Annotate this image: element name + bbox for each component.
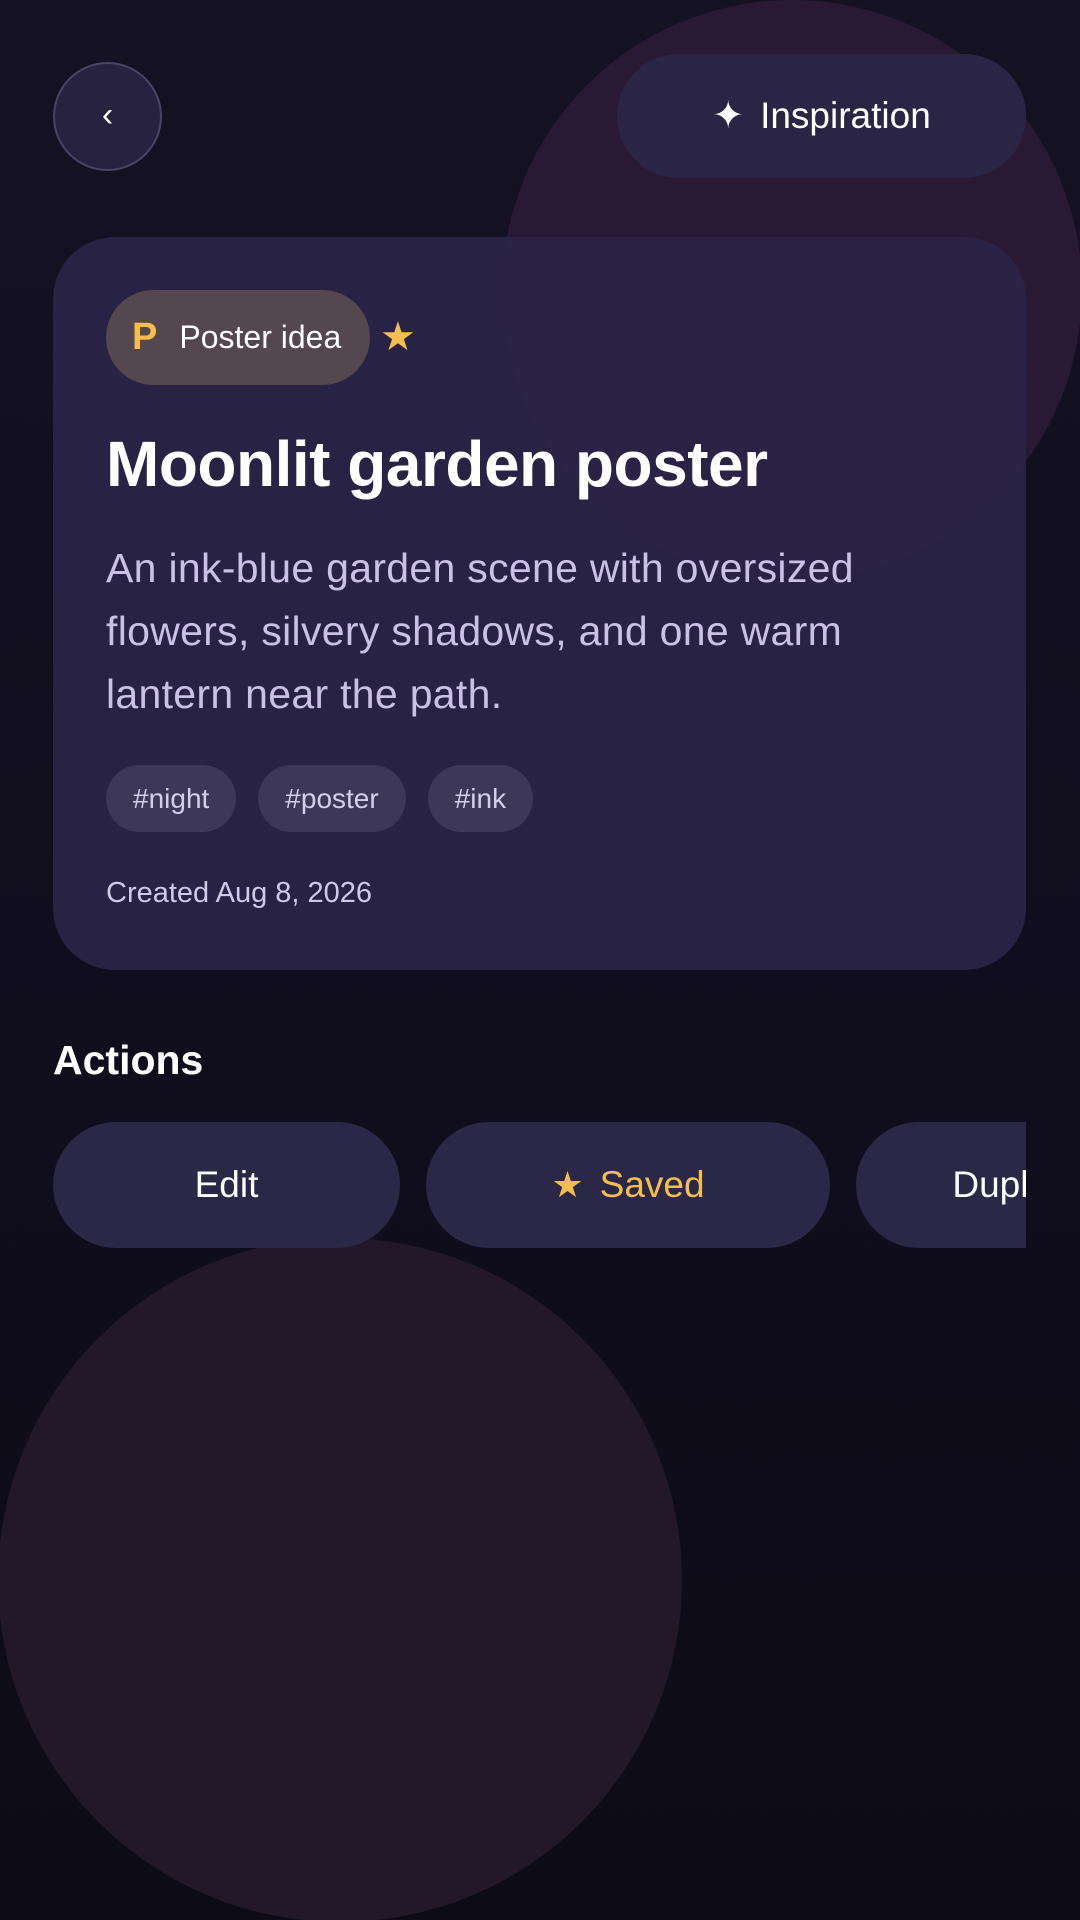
saved-label: Saved — [599, 1164, 705, 1205]
inspiration-label: Inspiration — [760, 95, 931, 136]
tag-chip[interactable]: #night — [106, 765, 237, 832]
actions-row: Edit ★ Saved Duplicate — [53, 1122, 1026, 1248]
tag-chip[interactable]: #ink — [427, 765, 534, 832]
back-button[interactable]: ‹ — [53, 62, 162, 171]
edit-label: Edit — [194, 1164, 259, 1205]
tag-chip[interactable]: #poster — [258, 765, 406, 832]
duplicate-label: Duplicate — [952, 1164, 1026, 1205]
category-badge: P Poster idea — [106, 290, 371, 385]
tag-list: #night #poster #ink — [106, 765, 534, 832]
idea-title: Moonlit garden poster — [106, 428, 768, 500]
star-icon: ★ — [380, 315, 416, 359]
edit-button[interactable]: Edit — [53, 1122, 400, 1248]
actions-heading: Actions — [53, 1037, 204, 1083]
idea-description: An ink-blue garden scene with oversized … — [106, 545, 854, 717]
idea-card: P Poster idea ★ Moonlit garden poster An… — [53, 237, 1026, 970]
decorative-circle-bottom — [0, 1238, 682, 1920]
star-icon: ★ — [551, 1164, 584, 1205]
chevron-left-icon: ‹ — [101, 95, 114, 134]
sparkle-icon: ✦ — [712, 95, 745, 137]
inspiration-button[interactable]: ✦ Inspiration — [617, 54, 1026, 178]
category-letter: P — [132, 316, 158, 358]
duplicate-button[interactable]: Duplicate — [856, 1122, 1026, 1248]
created-date: Created Aug 8, 2026 — [106, 877, 373, 909]
category-label: Poster idea — [179, 319, 342, 355]
saved-button[interactable]: ★ Saved — [426, 1122, 830, 1248]
